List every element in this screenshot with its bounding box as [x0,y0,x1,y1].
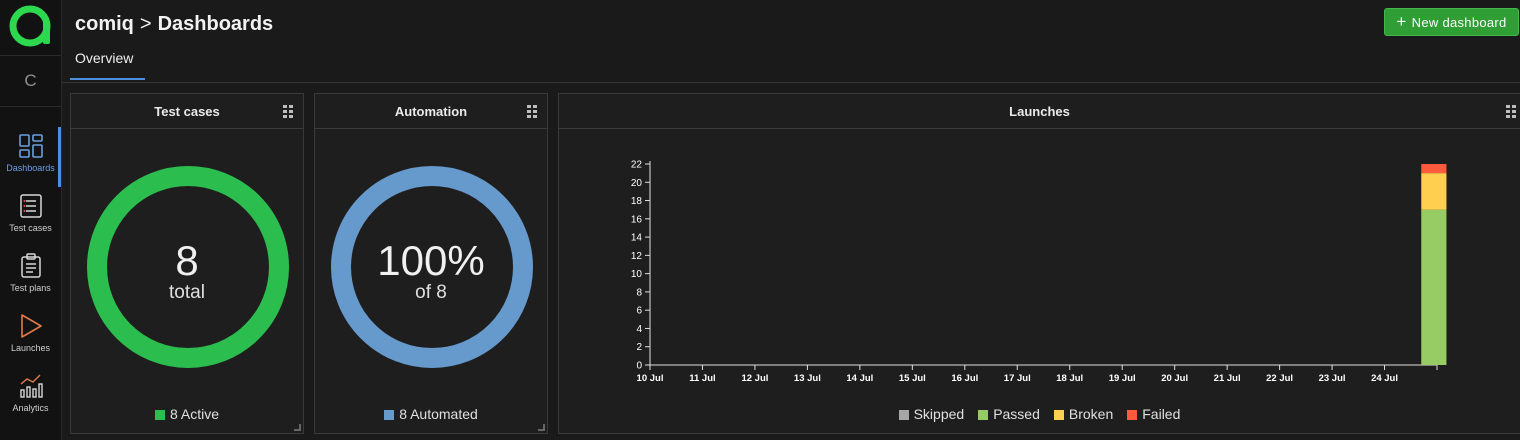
test-cases-widget: Test cases 8 total 8 Active [70,93,304,434]
automation-widget-header: Automation [315,94,547,129]
nav-label-dashboards: Dashboards [6,163,55,173]
nav-label-launches: Launches [10,343,51,353]
x-tick-label: 13 Jul [794,373,821,384]
legend-swatch [898,410,909,420]
tab-overview-label: Overview [75,50,134,66]
legend-swatch [1127,410,1138,420]
analytics-icon [19,374,43,398]
breadcrumb: comiq > Dashboards [75,13,273,36]
x-tick-label: 22 Jul [1266,373,1293,384]
test-cases-icon [19,194,42,218]
launches-icon [20,314,42,338]
y-tick-label: 18 [631,196,643,207]
legend-swatch [154,410,165,420]
y-tick-label: 4 [636,324,642,335]
legend-item-passed[interactable]: Passed [978,406,1040,422]
y-tick-label: 0 [636,361,642,372]
nav-item-analytics[interactable]: Analytics [0,367,61,427]
x-tick-label: 17 Jul [1004,373,1031,384]
y-tick-label: 22 [631,160,643,171]
drag-handle-icon[interactable] [1506,105,1516,118]
nav-label-test-plans: Test plans [10,283,51,293]
automation-widget: Automation 100% of 8 8 Automated [314,93,548,434]
breadcrumb-separator: > [139,13,152,35]
bar-broken [1421,173,1447,210]
resize-handle-icon[interactable] [294,424,301,431]
page-title: Dashboards [157,13,274,35]
y-tick-label: 2 [636,342,642,353]
side-nav: C Dashboards Test cases Test plans Launc… [0,0,62,440]
x-tick-label: 12 Jul [741,373,768,384]
y-tick-label: 6 [636,306,642,317]
x-tick-label: 14 Jul [846,373,873,384]
drag-handle-icon[interactable] [527,105,537,118]
legend-label: 8 Automated [399,406,478,422]
widget-legend: 8 Automated [315,406,547,422]
tab-divider [62,82,1520,83]
y-tick-label: 12 [631,251,643,262]
legend-label: Passed [993,406,1040,422]
project-switcher[interactable]: C [0,55,61,107]
y-tick-label: 16 [631,214,643,225]
x-tick-label: 23 Jul [1319,373,1346,384]
bar-failed [1421,164,1447,174]
donut-value: 100% [377,237,485,284]
legend-swatch [384,410,395,420]
breadcrumb-project[interactable]: comiq [75,13,134,35]
resize-handle-icon[interactable] [538,424,545,431]
launches-chart: 0 2 4 6 8 10 12 14 16 18 20 22 10 Jul 11 Jul 12 Jul 13 … [631,160,1447,384]
bar-passed [1421,209,1447,365]
legend-item-broken[interactable]: Broken [1053,406,1114,422]
tab-overview[interactable]: Overview [70,50,145,80]
nav-label-analytics: Analytics [12,403,49,413]
nav-item-test-plans[interactable]: Test plans [0,247,61,307]
x-tick-label: 18 Jul [1056,373,1083,384]
legend-item-skipped[interactable]: Skipped [898,406,965,422]
x-tick-label: 19 Jul [1109,373,1136,384]
legend-label: Skipped [913,406,965,422]
legend-item-failed[interactable]: Failed [1127,406,1180,422]
chart-legend: Skipped Passed Broken Failed [559,406,1520,422]
plus-icon: + [1396,12,1407,31]
new-dashboard-button[interactable]: + New dashboard [1384,8,1519,36]
legend-label: 8 Active [169,406,220,422]
donut-subtitle: total [169,282,205,303]
new-dashboard-label: New dashboard [1411,14,1507,30]
launches-widget: Launches 0 2 4 6 8 10 12 14 16 18 20 22 10 Jul 11 Jul… [558,93,1520,434]
drag-handle-icon[interactable] [283,105,293,118]
x-tick-label: 15 Jul [899,373,926,384]
nav-item-launches[interactable]: Launches [0,307,61,367]
x-tick-label: 10 Jul [637,373,664,384]
y-tick-label: 8 [636,287,642,298]
nav-item-dashboards[interactable]: Dashboards [0,127,61,187]
x-tick-label: 20 Jul [1161,373,1188,384]
legend-swatch [1053,410,1064,420]
donut-value: 8 [175,237,199,284]
y-tick-label: 14 [631,233,643,244]
widget-legend: 8 Active [71,406,303,422]
x-tick-label: 24 Jul [1371,373,1398,384]
y-tick-label: 20 [631,178,643,189]
y-tick-label: 10 [631,269,643,280]
x-tick-label: 11 Jul [689,373,715,384]
project-initial: C [24,71,37,90]
widget-title: Automation [394,103,468,119]
launches-widget-header: Launches [559,94,1520,129]
test-plans-icon [20,253,41,278]
x-tick-label: 16 Jul [951,373,978,384]
app-logo[interactable] [8,4,52,48]
test-cases-widget-header: Test cases [71,94,303,129]
legend-swatch [978,410,989,420]
widget-title: Test cases [154,103,220,119]
widget-title: Launches [1009,103,1070,119]
nav-label-test-cases: Test cases [9,223,52,233]
donut-subtitle: of 8 [415,282,447,303]
dashboards-icon [18,134,43,158]
legend-label: Failed [1142,406,1181,422]
nav-item-test-cases[interactable]: Test cases [0,187,61,247]
legend-label: Broken [1068,406,1114,422]
x-tick-label: 21 Jul [1214,373,1241,384]
